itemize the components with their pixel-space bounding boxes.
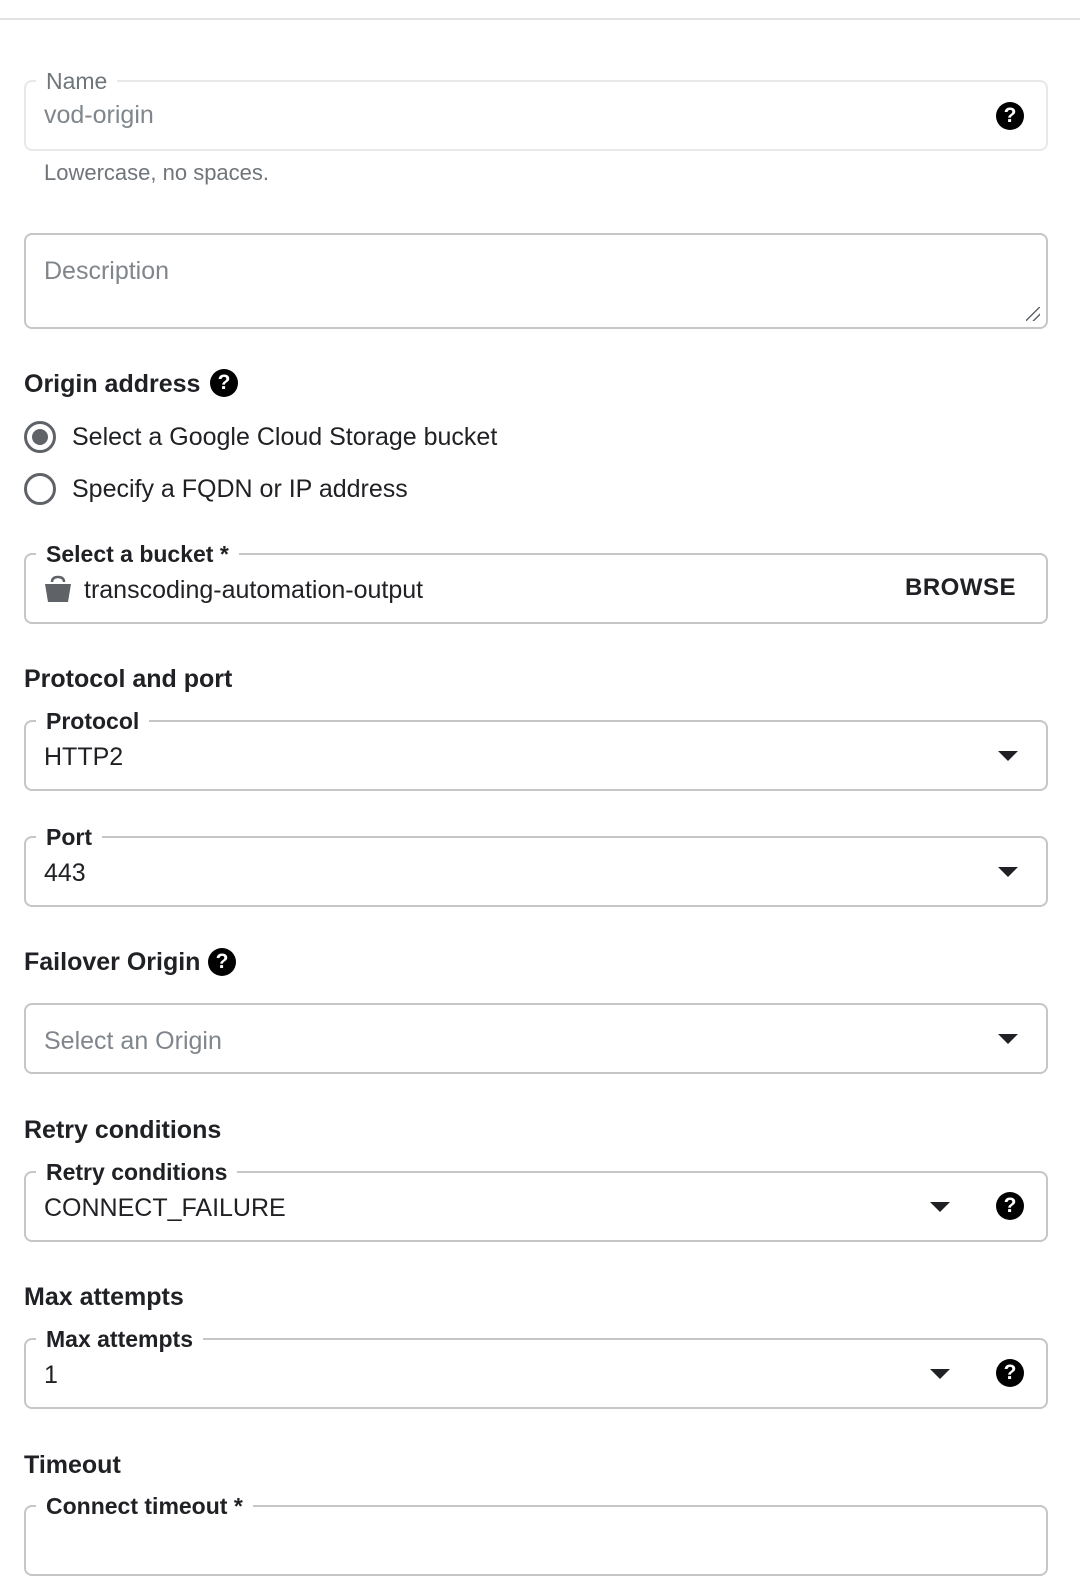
retry-conditions-select[interactable]: Retry conditions CONNECT_FAILURE ? — [24, 1157, 1048, 1242]
name-label: Name — [36, 66, 118, 96]
connect-timeout-field[interactable]: Connect timeout * — [24, 1491, 1048, 1576]
retry-conditions-value: CONNECT_FAILURE — [44, 1194, 286, 1222]
description-placeholder: Description — [44, 257, 170, 285]
radio-selected-icon[interactable] — [24, 421, 56, 453]
failover-origin-select[interactable]: Select an Origin — [24, 1003, 1048, 1074]
radio-label: Specify a FQDN or IP address — [72, 475, 408, 503]
bucket-label: Select a bucket * — [36, 539, 239, 569]
port-label: Port — [36, 822, 102, 852]
dropdown-arrow-icon[interactable] — [930, 1202, 950, 1212]
name-hint: Lowercase, no spaces. — [44, 160, 270, 185]
max-attempts-value: 1 — [44, 1361, 58, 1389]
port-select[interactable]: Port 443 — [24, 822, 1048, 907]
radio-unselected-icon[interactable] — [24, 473, 56, 505]
dropdown-arrow-icon[interactable] — [998, 1034, 1018, 1044]
failover-origin-placeholder: Select an Origin — [44, 1027, 222, 1055]
help-icon[interactable]: ? — [996, 1192, 1024, 1220]
max-attempts-select[interactable]: Max attempts 1 ? — [24, 1324, 1048, 1409]
origin-address-heading: Origin address — [24, 370, 201, 398]
description-field[interactable]: Description — [24, 233, 1048, 329]
bucket-field[interactable]: Select a bucket * transcoding-automation… — [24, 539, 1048, 624]
help-icon[interactable]: ? — [208, 948, 236, 976]
protocol-and-port-heading: Protocol and port — [24, 665, 233, 693]
protocol-label: Protocol — [36, 706, 150, 736]
dropdown-arrow-icon[interactable] — [998, 751, 1018, 761]
max-attempts-label: Max attempts — [36, 1324, 203, 1354]
bucket-value: transcoding-automation-output — [84, 576, 424, 604]
protocol-value: HTTP2 — [44, 743, 124, 771]
dropdown-arrow-icon[interactable] — [930, 1369, 950, 1379]
name-field: Name vod-origin ? — [24, 66, 1048, 151]
connect-timeout-label: Connect timeout * — [36, 1491, 253, 1521]
protocol-select[interactable]: Protocol HTTP2 — [24, 706, 1048, 791]
help-icon[interactable]: ? — [210, 369, 238, 397]
help-icon[interactable]: ? — [996, 1359, 1024, 1387]
browse-button[interactable]: BROWSE — [905, 574, 1016, 602]
dropdown-arrow-icon[interactable] — [998, 867, 1018, 877]
resize-handle-icon[interactable] — [1026, 307, 1040, 321]
bucket-icon — [45, 575, 71, 602]
max-attempts-heading: Max attempts — [24, 1283, 184, 1311]
retry-conditions-label: Retry conditions — [36, 1157, 238, 1187]
radio-label: Select a Google Cloud Storage bucket — [72, 423, 498, 451]
failover-origin-heading: Failover Origin — [24, 948, 201, 976]
timeout-heading: Timeout — [24, 1451, 121, 1479]
retry-conditions-heading: Retry conditions — [24, 1116, 222, 1144]
help-icon[interactable]: ? — [996, 102, 1024, 130]
port-value: 443 — [44, 859, 86, 887]
top-divider — [0, 18, 1080, 20]
name-value: vod-origin — [44, 101, 154, 129]
